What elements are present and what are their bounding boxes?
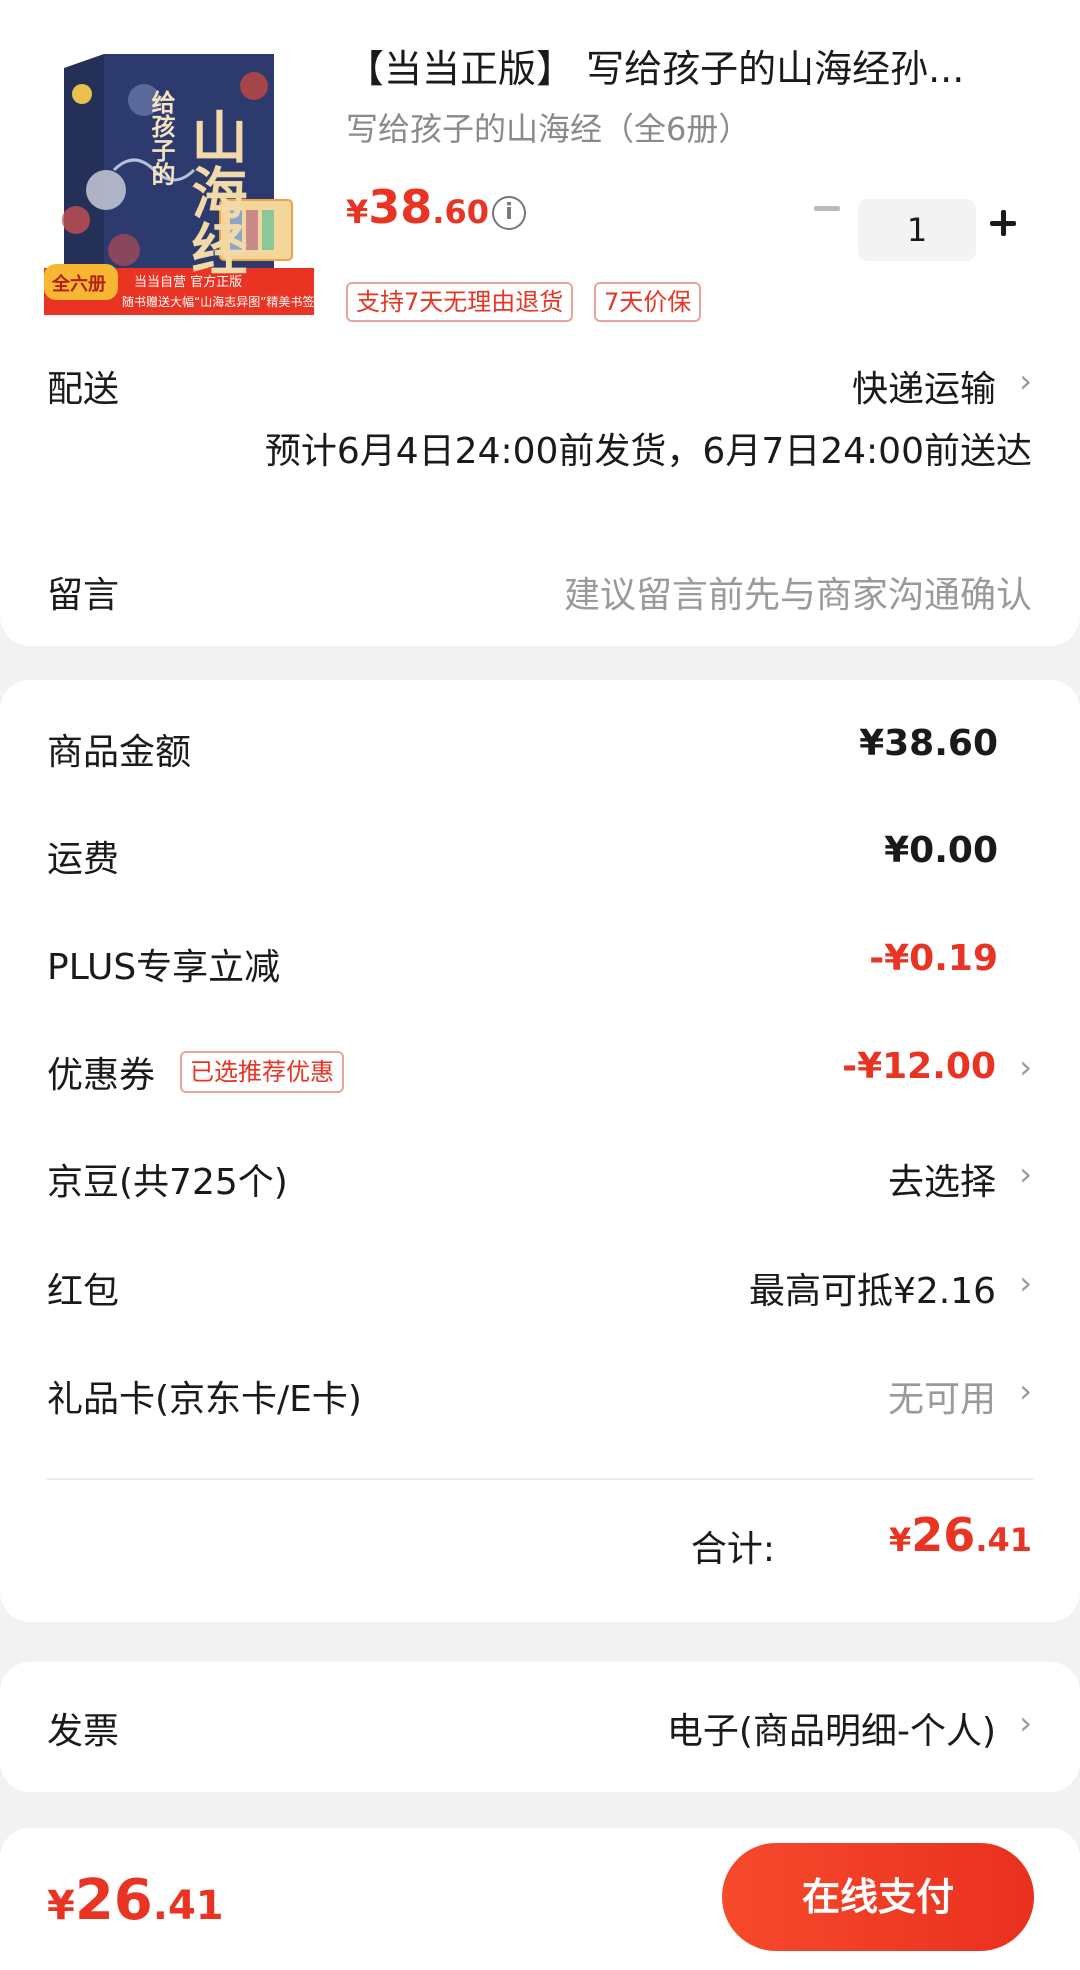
- goods-amount-value: ¥38.60: [859, 723, 998, 764]
- quantity-increase-button[interactable]: [990, 210, 1016, 236]
- plus-discount-label: PLUS专享立减: [47, 947, 281, 988]
- price-currency: ¥: [346, 193, 369, 231]
- total-integer: 26: [911, 1508, 976, 1562]
- price-integer: 38: [368, 180, 433, 234]
- invoice-value[interactable]: 电子(商品明细-个人): [667, 1702, 996, 1754]
- giftcard-chevron-icon[interactable]: ›: [1019, 1372, 1032, 1410]
- total-currency: ¥: [889, 1521, 912, 1559]
- product-thumbnail[interactable]: 全六册 当当自营 官方正版 随书赠送大幅“山海志异图”精美书签 给孩子的 山海经: [44, 50, 314, 315]
- shipping-fee-label: 运费: [47, 839, 120, 880]
- coupon-value[interactable]: -¥12.00: [842, 1046, 996, 1087]
- summary-divider: [47, 1478, 1033, 1480]
- total-amount: ¥26.41: [889, 1508, 1032, 1562]
- product-subtitle: 写给孩子的山海经（全6册）: [346, 110, 751, 148]
- total-decimal: .41: [975, 1521, 1032, 1559]
- pay-online-button[interactable]: 在线支付: [722, 1843, 1034, 1951]
- footer-decimal: .41: [152, 1883, 224, 1929]
- quantity-input[interactable]: 1: [858, 199, 976, 261]
- invoice-chevron-icon[interactable]: ›: [1019, 1704, 1032, 1742]
- remark-label: 留言: [47, 575, 120, 616]
- price-info-icon[interactable]: i: [492, 196, 526, 230]
- jingdou-label: 京豆(共725个): [47, 1162, 288, 1203]
- cover-banner-line2: 随书赠送大幅“山海志异图”精美书签: [122, 294, 314, 309]
- cover-badge-text: 全六册: [51, 273, 106, 295]
- footer-total-price: ¥26.41: [47, 1868, 224, 1933]
- redpacket-value[interactable]: 最高可抵¥2.16: [749, 1262, 996, 1314]
- giftcard-label: 礼品卡(京东卡/E卡): [47, 1379, 362, 1420]
- delivery-eta: 预计6月4日24:00前发货，6月7日24:00前送达: [264, 431, 1032, 472]
- footer-integer: 26: [74, 1868, 153, 1933]
- cover-banner-line1: 当当自营 官方正版: [134, 274, 242, 290]
- total-label: 合计:: [690, 1529, 775, 1570]
- product-price: ¥38.60: [346, 180, 489, 234]
- redpacket-chevron-icon[interactable]: ›: [1019, 1264, 1032, 1302]
- price-summary-card: [0, 680, 1080, 1622]
- product-title[interactable]: 【当当正版】 写给孩子的山海经孙...: [346, 38, 1006, 93]
- giftcard-value[interactable]: 无可用: [888, 1370, 996, 1422]
- quantity-decrease-button[interactable]: [814, 206, 840, 211]
- return-policy-tag: 支持7天无理由退货: [346, 282, 574, 322]
- jingdou-chevron-icon[interactable]: ›: [1019, 1155, 1032, 1193]
- delivery-label: 配送: [47, 369, 120, 410]
- jingdou-select[interactable]: 去选择: [888, 1153, 996, 1205]
- plus-discount-value: -¥0.19: [869, 938, 998, 979]
- invoice-label: 发票: [47, 1711, 120, 1752]
- remark-input[interactable]: 建议留言前先与商家沟通确认: [564, 566, 1032, 618]
- coupon-chevron-icon[interactable]: ›: [1019, 1048, 1032, 1086]
- coupon-label: 优惠券: [47, 1055, 156, 1096]
- price-decimal: .60: [432, 193, 489, 231]
- redpacket-label: 红包: [47, 1271, 120, 1312]
- price-protect-tag: 7天价保: [594, 282, 702, 322]
- delivery-method[interactable]: 快递运输: [852, 360, 996, 412]
- footer-currency: ¥: [47, 1883, 75, 1929]
- delivery-chevron-icon[interactable]: ›: [1019, 362, 1032, 400]
- cover-big-title: 山海经: [182, 108, 247, 276]
- goods-amount-label: 商品金额: [47, 732, 192, 773]
- shipping-fee-value: ¥0.00: [884, 830, 998, 871]
- coupon-selected-badge: 已选推荐优惠: [180, 1051, 344, 1093]
